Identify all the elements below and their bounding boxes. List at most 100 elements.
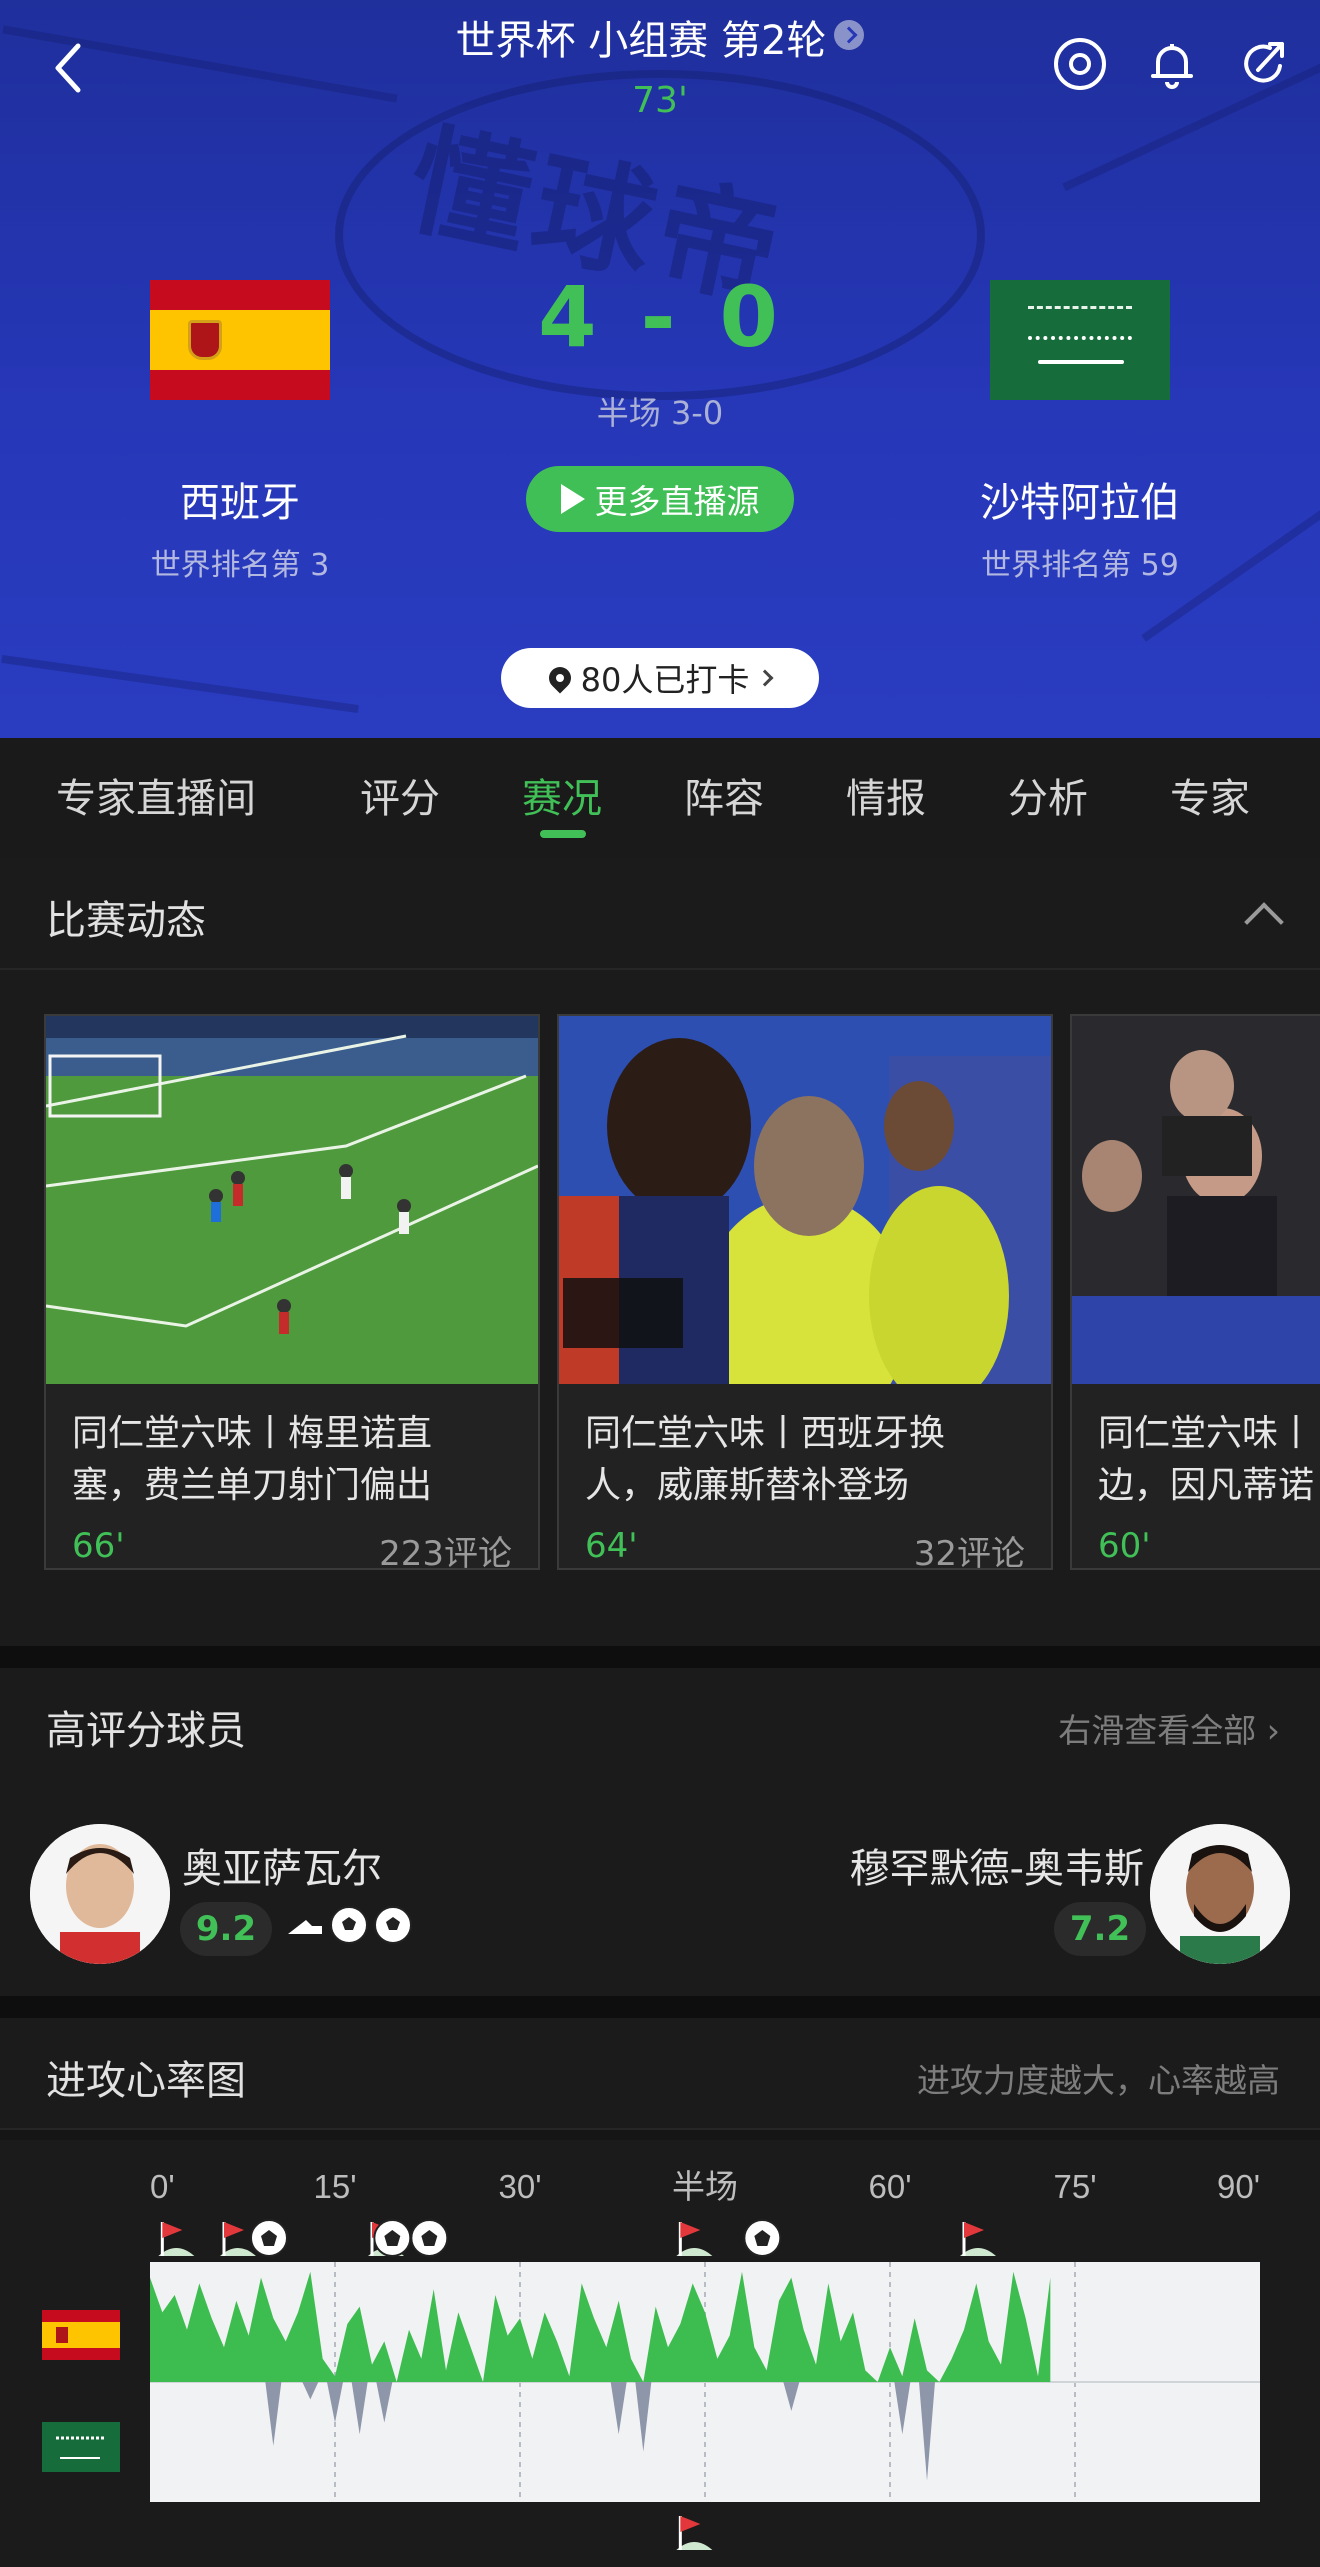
event-thumbnail	[559, 1016, 1051, 1384]
target-button[interactable]	[1052, 36, 1108, 92]
score-home: 4	[538, 268, 601, 366]
event-comments: 32评论	[913, 1534, 1025, 1574]
event-thumbnail	[46, 1016, 538, 1384]
chevron-right-icon	[834, 20, 865, 50]
saudi-flag-icon	[42, 2422, 120, 2472]
attack-heart-rate-chart[interactable]: 0' 15' 30' 半场 60' 75' 90'	[0, 2140, 1320, 2567]
chevron-right-icon: ›	[1266, 1711, 1280, 1750]
competition-label: 世界杯 小组赛 第2轮	[455, 18, 827, 64]
tab-ratings[interactable]: 评分	[360, 766, 440, 824]
away-player-avatar[interactable]	[1150, 1824, 1290, 1964]
away-corner-icon	[676, 2516, 713, 2550]
tab-analysis[interactable]: 分析	[1008, 766, 1088, 824]
x-tick-label: 0'	[150, 2168, 175, 2205]
match-header: 懂球帝 世界杯 小组赛 第2轮 73' 4-0 半场 3-0 西班牙 世界排名第…	[0, 0, 1320, 738]
home-player-avatar[interactable]	[30, 1824, 170, 1964]
home-team-name[interactable]: 西班牙	[40, 470, 440, 528]
section-title: 高评分球员	[46, 1708, 246, 1754]
home-corner-icon	[960, 2222, 996, 2256]
tab-intel[interactable]: 情报	[846, 766, 926, 824]
chevron-right-icon	[756, 669, 774, 687]
attack-chart-header: 进攻心率图 进攻力度越大，心率越高	[0, 2018, 1320, 2130]
location-pin-icon	[544, 662, 576, 694]
away-team-name[interactable]: 沙特阿拉伯	[880, 470, 1280, 528]
flag-crest	[56, 2327, 68, 2343]
flag-field	[42, 2422, 120, 2472]
home-player-name[interactable]: 奥亚萨瓦尔	[182, 1836, 382, 1894]
assist-boot-icon	[288, 1920, 322, 1934]
x-tick-label: 60'	[868, 2168, 911, 2205]
corner-flag	[680, 2222, 701, 2238]
home-corner-icon	[676, 2222, 713, 2256]
more-live-sources-label: 更多直播源	[594, 482, 760, 521]
event-card[interactable]: 同仁堂六味丨西班牙换 人，威廉斯替补登场 64' 32评论	[557, 1014, 1053, 1574]
corner-flag	[162, 2222, 183, 2238]
tab-match-status[interactable]: 赛况	[522, 766, 602, 824]
top-players-header[interactable]: 高评分球员 右滑查看全部 ›	[0, 1668, 1320, 1780]
swipe-hint-label: 右滑查看全部	[1058, 1711, 1257, 1750]
home-corner-icon	[158, 2222, 195, 2256]
checkin-button[interactable]: 80人已打卡	[501, 648, 819, 708]
chart-subtitle: 进攻力度越大，心率越高	[917, 2061, 1280, 2100]
x-tick-label: 90'	[1217, 2168, 1260, 2205]
bell-icon	[1151, 44, 1193, 89]
event-minute: 64'	[585, 1526, 638, 1566]
score-separator: -	[640, 268, 680, 366]
event-minute: 60'	[1098, 1526, 1151, 1566]
share-icon	[1244, 42, 1284, 83]
event-card[interactable]: 同仁堂六味丨梅里诺直 塞，费兰单刀射门偏出 66' 223评论	[44, 1014, 540, 1574]
goal-ball-icon	[330, 1906, 368, 1944]
more-live-sources-button[interactable]: 更多直播源	[526, 466, 794, 532]
event-comments: 223评论	[379, 1534, 512, 1574]
scoreline: 4-0	[0, 268, 1320, 366]
section-divider	[0, 1996, 1320, 2018]
away-player-name[interactable]: 穆罕默德-奥韦斯	[850, 1836, 1144, 1894]
x-tick-label: 15'	[313, 2168, 356, 2205]
match-events-header[interactable]: 比赛动态	[0, 858, 1320, 970]
event-title: 同仁堂六味丨 边，因凡蒂诺	[1098, 1413, 1315, 1506]
top-players-row: 奥亚萨瓦尔 9.2 穆罕默德-奥韦斯 7.2	[0, 1778, 1320, 1996]
notification-button[interactable]	[1144, 36, 1200, 92]
event-title: 同仁堂六味丨梅里诺直 塞，费兰单刀射门偏出	[72, 1413, 433, 1506]
active-tab-indicator	[540, 830, 586, 838]
x-tick-label: 75'	[1053, 2168, 1096, 2205]
event-title: 同仁堂六味丨西班牙换 人，威廉斯替补登场	[585, 1413, 946, 1506]
home-goal-icon	[410, 2219, 449, 2257]
section-title: 比赛动态	[46, 898, 206, 944]
player-photo	[30, 1824, 170, 1964]
goal-ball-icon	[374, 1906, 412, 1944]
home-goal-icon	[743, 2219, 782, 2257]
chevron-up-icon[interactable]	[1244, 902, 1284, 942]
corner-flag	[224, 2222, 244, 2238]
substitution-image	[559, 1016, 1051, 1384]
pitch-image	[46, 1016, 538, 1384]
score-away: 0	[719, 268, 782, 366]
x-tick-label: 30'	[498, 2168, 541, 2205]
tab-lineup[interactable]: 阵容	[684, 766, 764, 824]
event-minute: 66'	[72, 1526, 125, 1566]
away-player-rating: 7.2	[1054, 1902, 1146, 1956]
tab-experts[interactable]: 专家	[1170, 766, 1250, 824]
home-goal-icon	[373, 2219, 412, 2257]
corner-flag	[964, 2222, 984, 2238]
home-goal-icon	[250, 2219, 288, 2257]
match-events-carousel[interactable]: 同仁堂六味丨梅里诺直 塞，费兰单刀射门偏出 66' 223评论 同仁堂六味丨西班…	[0, 970, 1320, 1646]
away-team-rank: 世界排名第 59	[981, 548, 1179, 583]
section-title: 进攻心率图	[46, 2058, 246, 2104]
event-card[interactable]: 同仁堂六味丨 边，因凡蒂诺 60'	[1070, 1014, 1320, 1570]
checkin-label: 80人已打卡	[580, 661, 750, 699]
section-divider	[0, 1646, 1320, 1668]
home-team-rank: 世界排名第 3	[150, 548, 330, 583]
x-tick-label: 半场	[672, 2168, 738, 2205]
header-decoration	[1, 654, 359, 714]
player-photo	[1150, 1824, 1290, 1964]
share-button[interactable]	[1236, 36, 1292, 92]
tab-expert-live[interactable]: 专家直播间	[56, 766, 256, 824]
chart-canvas: 0' 15' 30' 半场 60' 75' 90'	[42, 2168, 1260, 2550]
spain-flag-icon	[42, 2310, 120, 2360]
home-player-rating: 9.2	[180, 1902, 272, 1956]
tab-bar: 专家直播间 评分 赛况 阵容 情报 分析 专家	[0, 738, 1320, 858]
stands-image	[1072, 1016, 1320, 1384]
flag-stripe	[42, 2322, 120, 2348]
swipe-hint[interactable]: 右滑查看全部 ›	[1058, 1704, 1280, 1752]
